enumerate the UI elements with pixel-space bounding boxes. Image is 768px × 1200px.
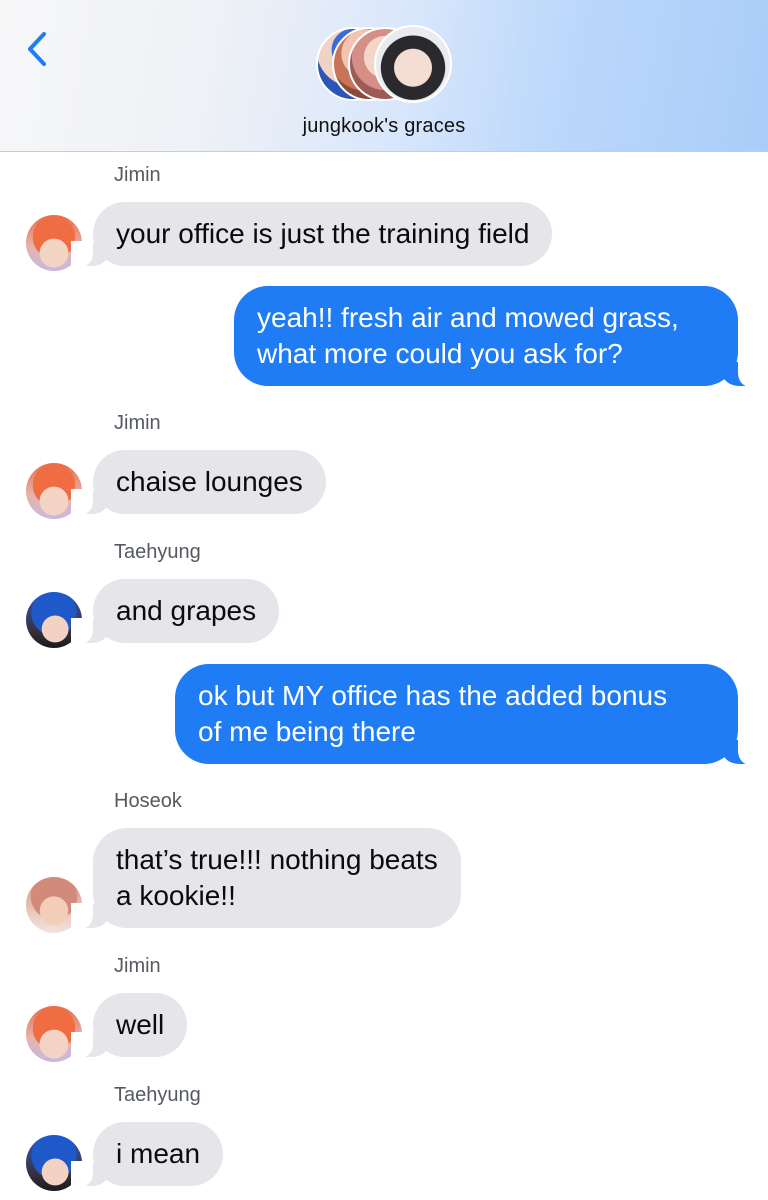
sender-name: Jimin bbox=[114, 412, 161, 434]
message-bubble[interactable]: yeah!! fresh air and mowed grass, what m… bbox=[234, 286, 760, 387]
messages-screen: jungkook's graces Jimin your office is j… bbox=[0, 0, 768, 1200]
message-bubble[interactable]: that’s true!!! nothing beats a kookie!! bbox=[71, 828, 461, 929]
message-bubble[interactable]: well bbox=[70, 993, 188, 1058]
message-text-line: yeah!! fresh air and mowed grass, bbox=[257, 302, 679, 333]
message-bubble[interactable]: ok but MY office has the added bonus of … bbox=[175, 664, 760, 765]
sender-name: Jimin bbox=[114, 955, 161, 977]
message-text-line: chaise lounges bbox=[116, 466, 303, 497]
message-text-line: well bbox=[116, 1009, 165, 1040]
sender-name: Taehyung bbox=[114, 1084, 201, 1106]
sender-name: Taehyung bbox=[114, 541, 201, 563]
sender-name: Hoseok bbox=[114, 790, 182, 812]
message-bubble[interactable]: i mean bbox=[70, 1122, 224, 1187]
message-bubble[interactable]: and grapes bbox=[70, 579, 280, 644]
message-text-line: that’s true!!! nothing beats bbox=[116, 844, 438, 875]
message-text-line: a kookie!! bbox=[116, 880, 236, 911]
message-text-line: and grapes bbox=[116, 595, 257, 626]
message-text-line: ok but MY office has the added bonus bbox=[198, 680, 668, 711]
sender-name: Jimin bbox=[114, 164, 161, 186]
conversation-header: jungkook's graces bbox=[0, 0, 768, 152]
message-text-line: what more could you ask for? bbox=[257, 338, 623, 369]
message-text-line: of me being there bbox=[198, 716, 416, 747]
group-avatar bbox=[374, 25, 452, 103]
group-avatar-stack[interactable] bbox=[316, 25, 456, 105]
message-bubble[interactable]: chaise lounges bbox=[71, 450, 326, 515]
message-bubble[interactable]: your office is just the training field bbox=[70, 202, 553, 267]
chevron-left-icon[interactable] bbox=[22, 28, 56, 70]
group-name[interactable]: jungkook's graces bbox=[0, 115, 768, 138]
message-text-line: i mean bbox=[116, 1138, 201, 1169]
message-text-line: your office is just the training field bbox=[116, 218, 530, 249]
